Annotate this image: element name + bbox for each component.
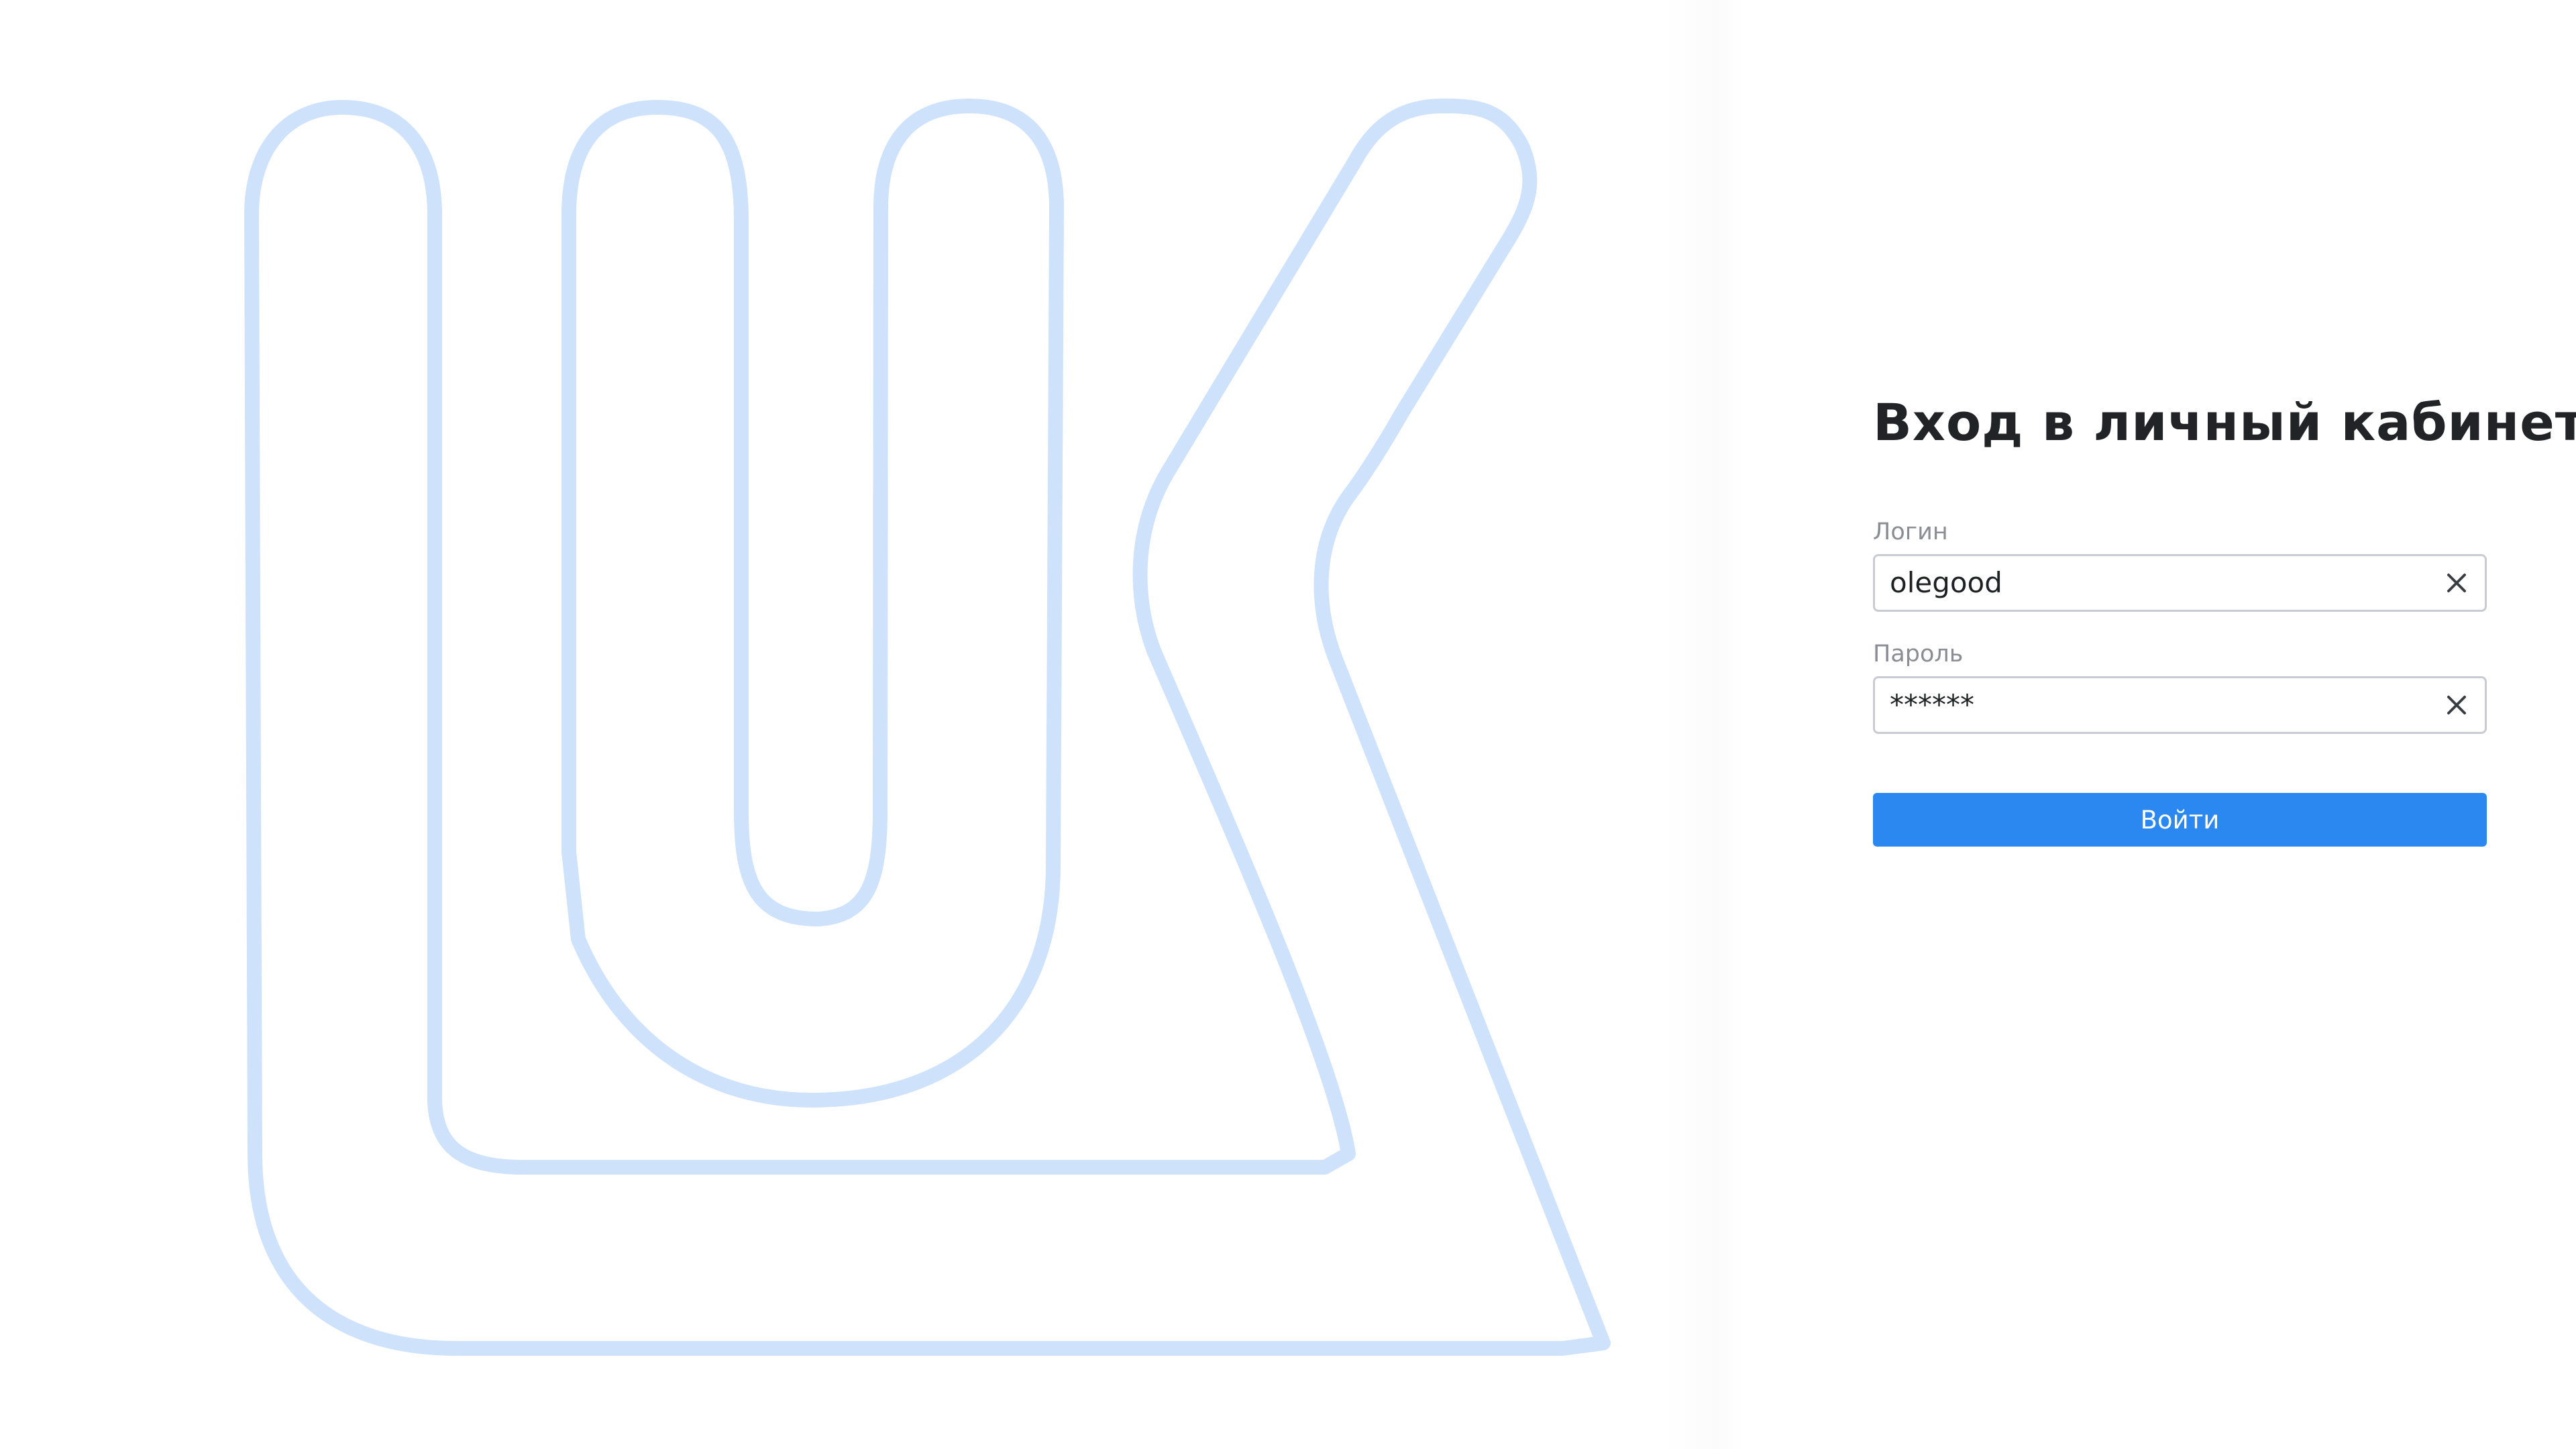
password-field[interactable]: ****** (1873, 676, 2487, 734)
close-icon[interactable] (2443, 692, 2470, 718)
login-button[interactable]: Войти (1873, 793, 2487, 847)
login-field[interactable]: olegood (1873, 554, 2487, 612)
lukoil-outline-logo-icon (244, 99, 1611, 1356)
brand-panel (0, 0, 1744, 1449)
password-label: Пароль (1873, 641, 1964, 667)
close-icon[interactable] (2443, 570, 2470, 596)
login-form: Вход в личный кабинет Логин olegood Паро… (1873, 382, 2576, 847)
password-value[interactable]: ****** (1890, 678, 1974, 732)
login-label: Логин (1873, 519, 1948, 545)
page-title: Вход в личный кабинет (1873, 392, 2576, 452)
login-page: Вход в личный кабинет Логин olegood Паро… (0, 0, 2576, 1449)
login-value[interactable]: olegood (1890, 556, 2002, 610)
